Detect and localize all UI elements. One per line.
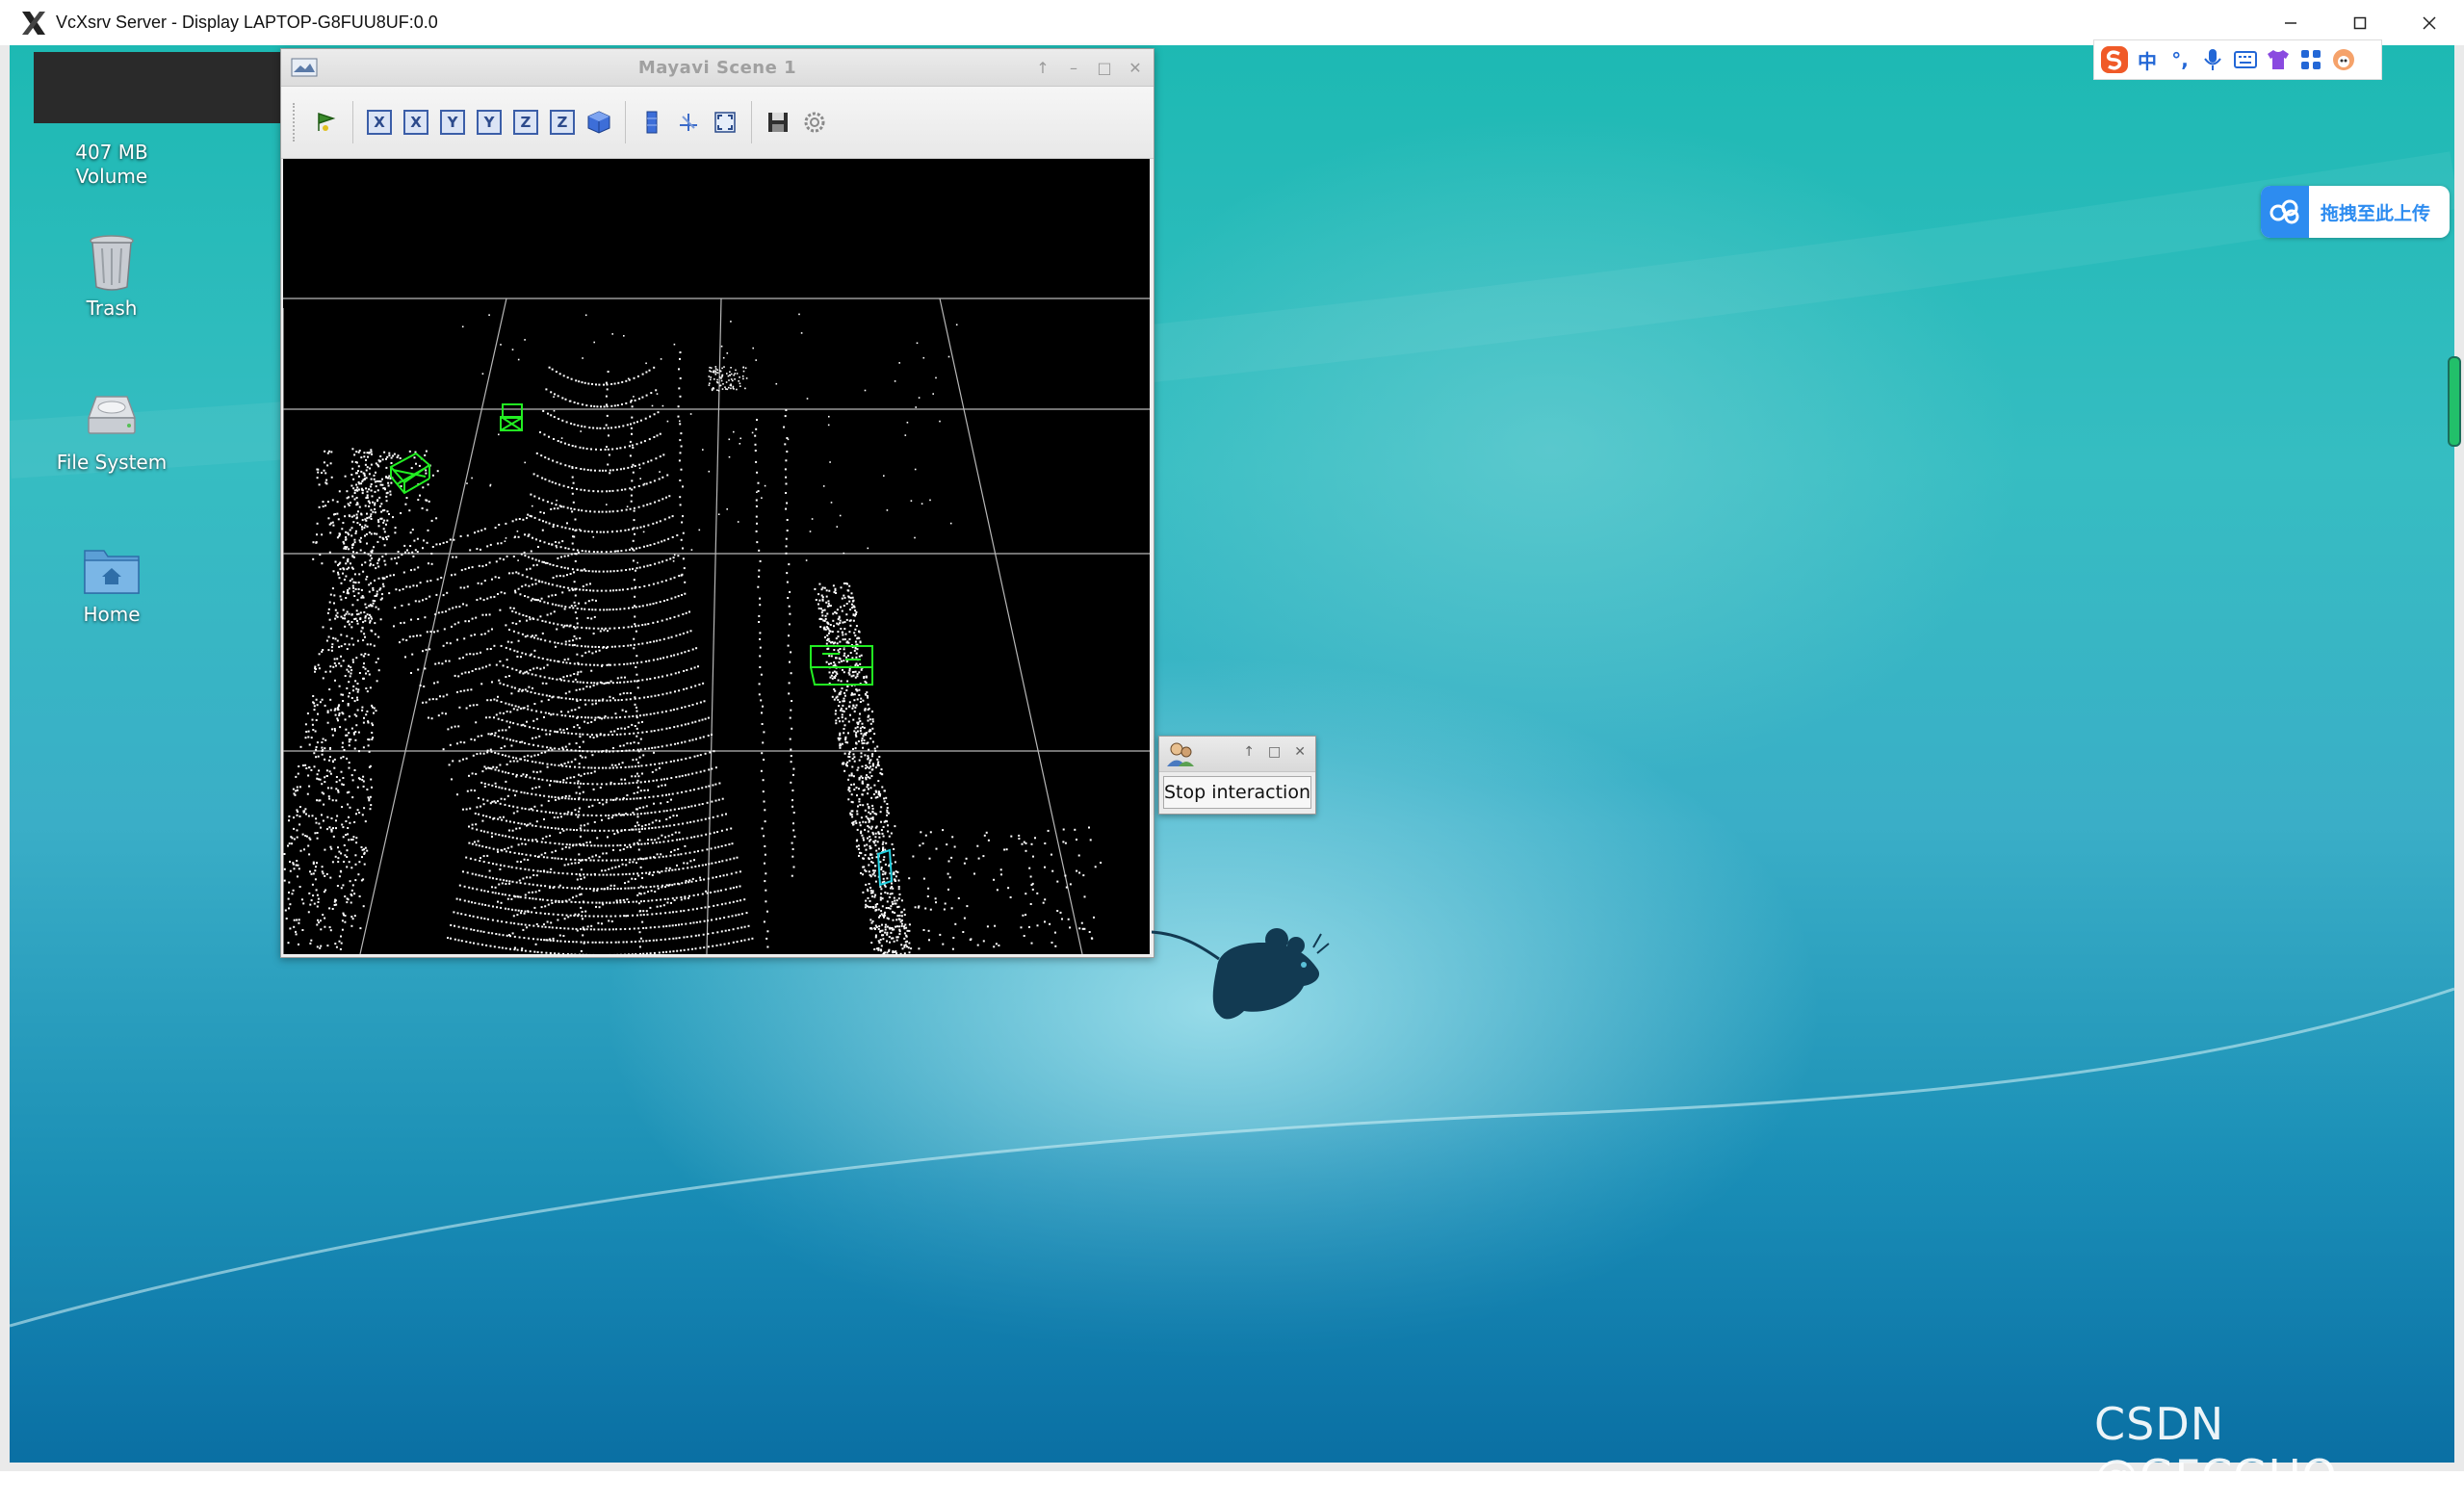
y-axis-icon: Y xyxy=(477,110,502,135)
parallel-projection-button[interactable] xyxy=(635,106,668,139)
view-z-pos-button[interactable]: Z xyxy=(509,106,542,139)
minimize-button[interactable]: – xyxy=(1063,57,1084,78)
filesystem-icon xyxy=(81,385,143,447)
fullscreen-button[interactable] xyxy=(709,106,741,139)
bbox-car-far xyxy=(501,404,522,430)
window-frame-right xyxy=(2454,45,2464,1463)
save-button[interactable] xyxy=(762,106,794,139)
upload-label: 拖拽至此上传 xyxy=(2321,199,2430,225)
view-y-pos-button[interactable]: Y xyxy=(436,106,469,139)
toolbar-grip[interactable] xyxy=(293,103,300,142)
view-x-neg-button[interactable]: X xyxy=(400,106,432,139)
ime-toolbar: 中 °, xyxy=(2093,39,2382,80)
users-icon xyxy=(1165,740,1196,767)
minimize-icon xyxy=(2282,14,2299,32)
maximize-button[interactable]: □ xyxy=(1268,744,1281,760)
skin-button[interactable] xyxy=(2262,43,2295,76)
x-logo-icon xyxy=(19,9,48,38)
trash-icon xyxy=(81,231,143,293)
stop-interaction-button[interactable]: Stop interaction xyxy=(1163,776,1311,809)
x-axis-icon: X xyxy=(403,110,428,135)
point-cloud-scene xyxy=(283,159,1150,954)
bbox-pedestrian xyxy=(878,850,892,885)
shirt-icon xyxy=(2267,49,2290,70)
desktop-icon-filesystem[interactable]: File System xyxy=(35,385,189,475)
toolbox-button[interactable] xyxy=(2295,43,2327,76)
sogou-logo-icon[interactable] xyxy=(2098,43,2131,76)
popup-titlebar[interactable]: ↑ □ ✕ xyxy=(1159,737,1315,772)
settings-button[interactable] xyxy=(798,106,831,139)
interaction-popup[interactable]: ↑ □ ✕ Stop interaction xyxy=(1158,736,1316,815)
isometric-view-icon xyxy=(586,110,611,135)
avatar-icon xyxy=(2332,48,2355,71)
settings-icon xyxy=(802,110,827,135)
toolbar-separator xyxy=(352,101,353,143)
parallel-projection-icon xyxy=(639,110,664,135)
z-axis-icon: Z xyxy=(513,110,538,135)
close-icon xyxy=(2421,14,2438,32)
save-icon xyxy=(765,110,791,135)
mayavi-toolbar: X X Y Y Z Z xyxy=(281,87,1154,159)
desktop-icon-volume[interactable]: 407 MB Volume xyxy=(35,121,189,189)
shade-button[interactable]: ↑ xyxy=(1032,57,1053,78)
shade-button[interactable]: ↑ xyxy=(1243,744,1255,760)
close-button[interactable] xyxy=(2395,0,2464,45)
z-axis-icon: Z xyxy=(550,110,575,135)
csdn-watermark: CSDN @GFCGUO xyxy=(2094,1398,2464,1502)
side-scroll-handle[interactable] xyxy=(2448,356,2461,447)
mayavi-title: Mayavi Scene 1 xyxy=(281,58,1154,78)
desktop-icon-home[interactable]: Home xyxy=(35,537,189,627)
mayavi-window[interactable]: Mayavi Scene 1 ↑ – □ ✕ X X Y Y Z Z xyxy=(280,48,1154,958)
grid-icon xyxy=(2300,49,2321,70)
desktop-icon-label: Trash xyxy=(35,297,189,321)
maximize-button[interactable] xyxy=(2325,0,2395,45)
fullscreen-icon xyxy=(713,110,738,135)
window-frame-left xyxy=(0,45,10,1463)
user-avatar-button[interactable] xyxy=(2327,43,2360,76)
desktop-icon-label: Home xyxy=(35,603,189,627)
punctuation-toggle[interactable]: °, xyxy=(2164,43,2196,76)
window-title: VcXsrv Server - Display LAPTOP-G8FUU8UF:… xyxy=(56,13,438,33)
maximize-button[interactable]: □ xyxy=(1094,57,1115,78)
isometric-view-button[interactable] xyxy=(583,106,615,139)
desktop-icon-trash[interactable]: Trash xyxy=(35,231,189,321)
desktop-label-overlay xyxy=(34,52,281,123)
view-y-neg-button[interactable]: Y xyxy=(473,106,506,139)
minimize-button[interactable] xyxy=(2256,0,2325,45)
view-z-neg-button[interactable]: Z xyxy=(546,106,579,139)
voice-input-button[interactable] xyxy=(2196,43,2229,76)
desktop-icon-label: 407 MB Volume xyxy=(35,141,189,189)
pipeline-icon xyxy=(314,110,339,135)
close-button[interactable]: ✕ xyxy=(1125,57,1146,78)
soft-keyboard-button[interactable] xyxy=(2229,43,2262,76)
cloud-upload-widget[interactable]: 拖拽至此上传 xyxy=(2261,186,2450,238)
microphone-icon xyxy=(2203,48,2222,71)
desktop-icon-label: File System xyxy=(35,451,189,475)
axes-button[interactable] xyxy=(672,106,705,139)
view-x-pos-button[interactable]: X xyxy=(363,106,396,139)
ground-grid xyxy=(283,298,1150,954)
x-axis-icon: X xyxy=(367,110,392,135)
y-axis-icon: Y xyxy=(440,110,465,135)
home-folder-icon xyxy=(81,537,143,599)
mayavi-3d-viewport[interactable] xyxy=(283,159,1150,954)
drive-icon xyxy=(35,121,189,141)
toolbar-separator xyxy=(625,101,626,143)
toolbar-separator xyxy=(751,101,752,143)
close-button[interactable]: ✕ xyxy=(1294,744,1306,760)
pipeline-button[interactable] xyxy=(310,106,343,139)
xfce-mouse-logo xyxy=(1152,920,1344,1026)
maximize-icon xyxy=(2351,14,2369,32)
chinese-mode-toggle[interactable]: 中 xyxy=(2131,43,2164,76)
mayavi-titlebar[interactable]: Mayavi Scene 1 ↑ – □ ✕ xyxy=(281,49,1154,87)
axes-icon xyxy=(676,110,701,135)
keyboard-icon xyxy=(2234,51,2257,68)
cloud-icon xyxy=(2261,186,2309,238)
